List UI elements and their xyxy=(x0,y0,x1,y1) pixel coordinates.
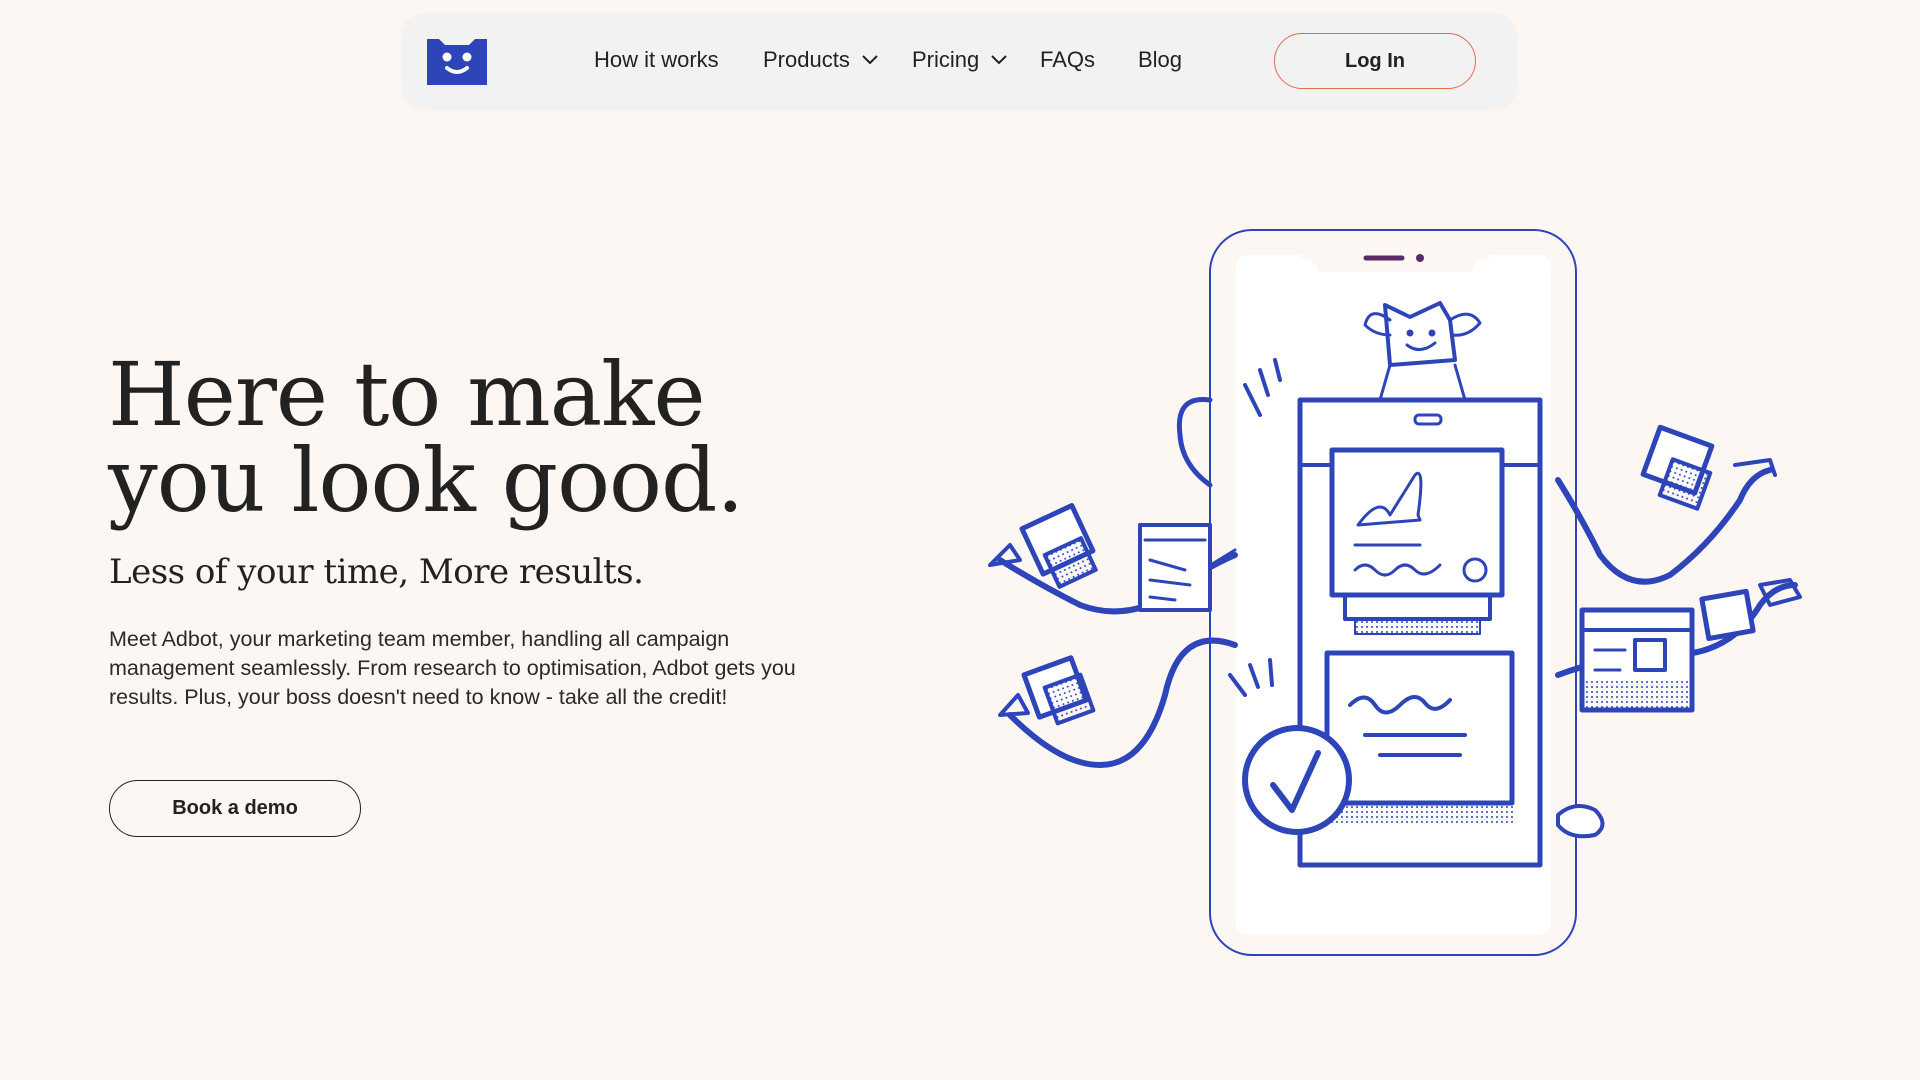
hero-description: Meet Adbot, your marketing team member, … xyxy=(109,627,796,709)
nav-how-it-works-label: How it works xyxy=(594,47,719,72)
book-demo-button[interactable]: Book a demo xyxy=(109,780,361,837)
nav-pricing[interactable]: Pricing xyxy=(912,47,1007,73)
nav-faqs-label: FAQs xyxy=(1040,47,1096,72)
chevron-down-icon xyxy=(862,55,878,65)
nav-products[interactable]: Products xyxy=(763,47,878,73)
nav-blog-label: Blog xyxy=(1138,47,1183,72)
nav-faqs[interactable]: FAQs xyxy=(1040,47,1095,73)
adbot-logo-icon[interactable] xyxy=(427,35,487,85)
top-navigation: How it works Products Pricing FAQs Blog … xyxy=(402,13,1516,107)
phone-robot-illustration xyxy=(988,229,1802,956)
hero-title-line2: you look good. xyxy=(108,429,744,532)
log-in-button[interactable]: Log In xyxy=(1274,33,1476,89)
hero-title: Here to make you look good. xyxy=(108,351,868,525)
nav-blog[interactable]: Blog xyxy=(1138,47,1182,73)
chevron-down-icon xyxy=(991,55,1007,65)
nav-how-it-works[interactable]: How it works xyxy=(594,47,719,73)
nav-products-label: Products xyxy=(763,47,850,72)
nav-pricing-label: Pricing xyxy=(912,47,980,72)
hero-subtitle: Less of your time, More results. xyxy=(109,552,644,592)
